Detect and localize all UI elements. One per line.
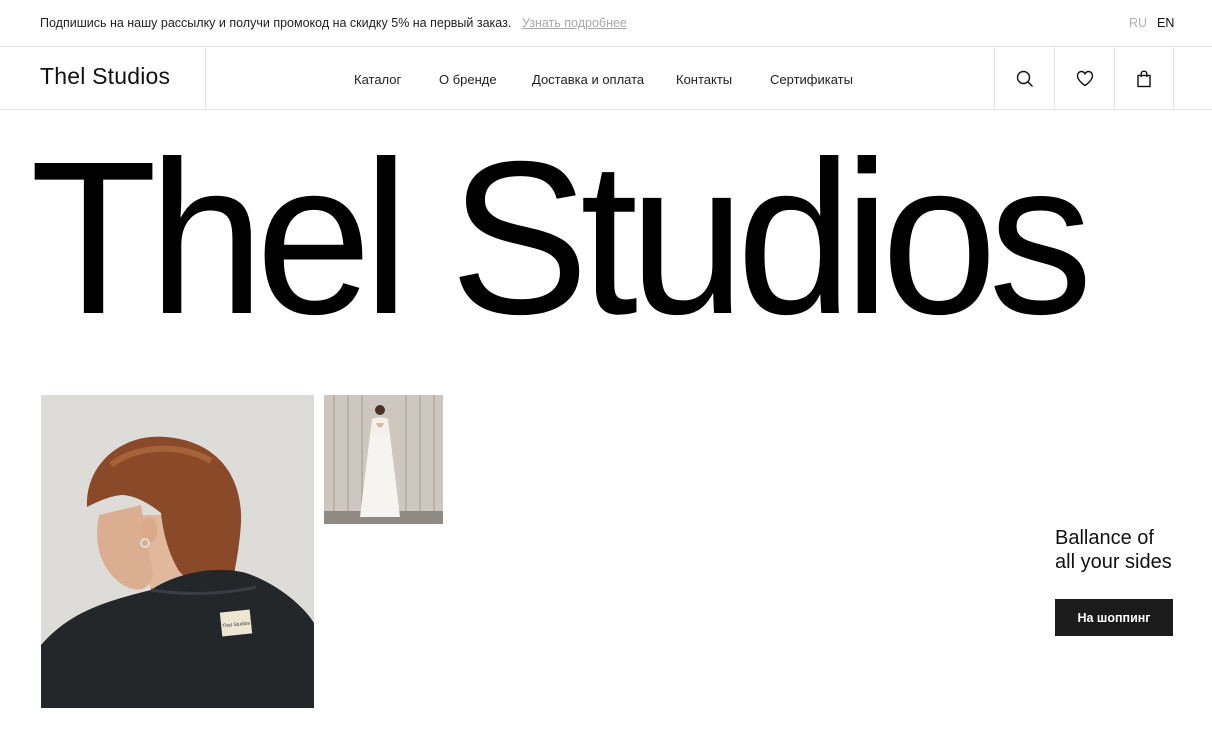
site-logo[interactable]: Thel Studios [40, 63, 170, 90]
nav-catalog[interactable]: Каталог [354, 72, 401, 87]
wishlist-button[interactable] [1054, 47, 1114, 110]
nav-contacts[interactable]: Контакты [676, 72, 732, 87]
search-icon [1016, 70, 1033, 87]
hero-title-container: Thel Studios [0, 150, 1212, 328]
shop-now-button[interactable]: На шоппинг [1055, 599, 1173, 636]
secondary-photo[interactable] [324, 395, 443, 524]
woman-jacket-image: Thel Studios [41, 395, 314, 708]
lang-en-link[interactable]: EN [1157, 16, 1174, 30]
nav-certificates[interactable]: Сертификаты [770, 72, 853, 87]
promo-bar: Подпишись на нашу рассылку и получи пром… [0, 0, 1212, 47]
hero-title: Thel Studios [30, 150, 1093, 328]
main-photo[interactable]: Thel Studios [41, 395, 314, 708]
search-button[interactable] [994, 47, 1054, 110]
heart-icon [1076, 70, 1093, 87]
site-header: Thel Studios Каталог О бренде Доставка и… [0, 47, 1212, 110]
hero-tagline: Ballance of all your sides [1055, 527, 1172, 573]
divider [205, 47, 206, 110]
nav-delivery-payment[interactable]: Доставка и оплата [532, 72, 644, 87]
cart-button[interactable] [1114, 47, 1174, 110]
promo-learn-more-link[interactable]: Узнать подробнее [522, 16, 627, 30]
promo-text: Подпишись на нашу рассылку и получи пром… [40, 16, 512, 30]
lang-ru-link[interactable]: RU [1129, 16, 1147, 30]
nav-about-brand[interactable]: О бренде [439, 72, 497, 87]
bag-icon [1137, 69, 1151, 87]
white-dress-image [324, 395, 443, 524]
